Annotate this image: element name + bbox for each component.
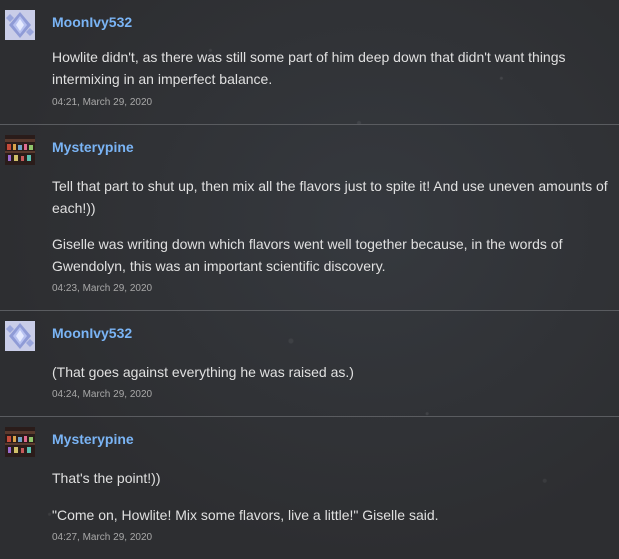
comment-thread: MoonIvy532 Howlite didn't, as there was …: [0, 0, 619, 559]
comment-text: That's the point!)): [52, 470, 161, 486]
comment-timestamp[interactable]: 04:27, March 29, 2020: [52, 532, 152, 543]
crystal-avatar-icon[interactable]: [5, 10, 35, 40]
comment-text: Giselle was writing down which flavors w…: [52, 236, 563, 274]
comment-text: (That goes against everything he was rai…: [52, 364, 354, 380]
comment-post: MoonIvy532 (That goes against everything…: [0, 311, 619, 417]
comment-text: Howlite didn't, as there was still some …: [52, 49, 566, 87]
comment-post: Mysterypine Tell that part to shut up, t…: [0, 125, 619, 311]
author-link[interactable]: Mysterypine: [52, 139, 134, 155]
shelf-avatar-icon[interactable]: [5, 135, 35, 165]
crystal-avatar-icon[interactable]: [5, 321, 35, 351]
comment-timestamp[interactable]: 04:24, March 29, 2020: [52, 389, 152, 400]
comment-text: Tell that part to shut up, then mix all …: [52, 178, 608, 216]
author-link[interactable]: MoonIvy532: [52, 14, 132, 30]
author-link[interactable]: MoonIvy532: [52, 325, 132, 341]
comment-text: "Come on, Howlite! Mix some flavors, liv…: [52, 507, 439, 523]
comment-timestamp[interactable]: 04:21, March 29, 2020: [52, 97, 152, 108]
author-link[interactable]: Mysterypine: [52, 431, 134, 447]
shelf-avatar-icon[interactable]: [5, 427, 35, 457]
comment-post: MoonIvy532 Howlite didn't, as there was …: [0, 0, 619, 125]
comment-post: Mysterypine That's the point!)) "Come on…: [0, 417, 619, 559]
comment-timestamp[interactable]: 04:23, March 29, 2020: [52, 283, 152, 294]
